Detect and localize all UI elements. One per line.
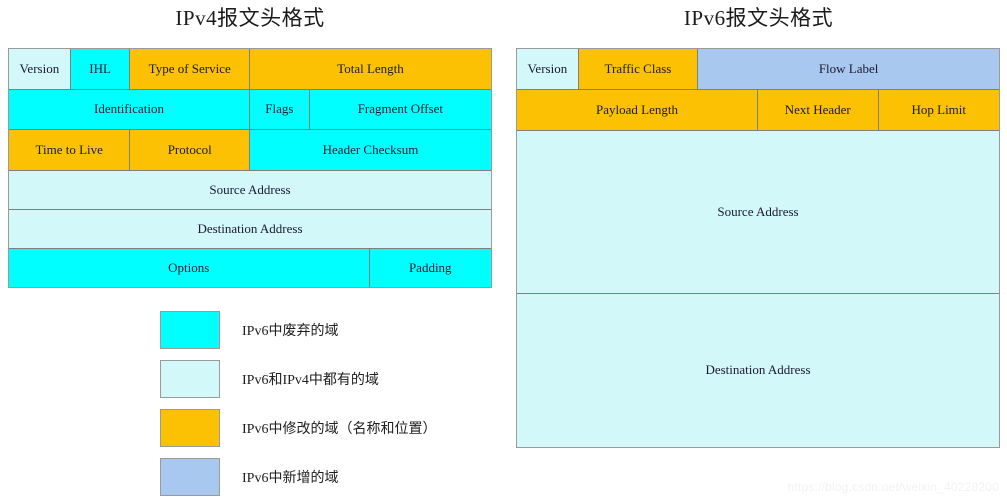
ipv6-header-row: Payload Length Next Header Hop Limit [517, 89, 999, 131]
ipv6-header-row: Destination Address [517, 294, 999, 447]
legend-label-modified: IPv6中修改的域（名称和位置） [242, 421, 437, 437]
ipv4-header-row: Source Address [9, 171, 491, 210]
ipv4-field-time-to-live: Time to Live [9, 130, 131, 172]
ipv4-header-row: Identification Flags Fragment Offset [9, 89, 491, 131]
legend-swatch-new [160, 457, 220, 496]
ipv6-field-source-address: Source Address [517, 130, 999, 295]
legend-swatch-modified [160, 408, 220, 447]
ipv6-field-flow-label: Flow Label [698, 49, 999, 90]
ipv4-field-options: Options [9, 248, 370, 287]
ipv4-header-row: Time to Live Protocol Header Checksum [9, 130, 491, 172]
legend-swatch-common [160, 359, 220, 398]
ipv4-header-row: Destination Address [9, 209, 491, 249]
ipv6-field-payload-length: Payload Length [517, 89, 758, 131]
ipv4-field-identification: Identification [9, 89, 250, 131]
ipv4-field-total-length: Total Length [249, 49, 491, 90]
ipv4-field-padding: Padding [369, 248, 491, 287]
ipv4-field-flags: Flags [250, 89, 310, 131]
ipv6-field-version: Version [517, 49, 579, 90]
ipv4-field-fragment-offset: Fragment Offset [309, 89, 491, 131]
ipv6-field-next-header: Next Header [758, 89, 879, 131]
legend-label-common: IPv6和IPv4中都有的域 [242, 372, 379, 388]
ipv6-diagram-title: IPv6报文头格式 [683, 6, 834, 30]
ipv4-field-protocol: Protocol [130, 130, 250, 172]
ipv4-field-source-address: Source Address [9, 171, 491, 210]
legend-item-common: IPv6和IPv4中都有的域 [160, 354, 500, 403]
legend-item-deprecated: IPv6中废弃的域 [160, 305, 500, 354]
legend-swatch-deprecated [160, 310, 220, 349]
ipv6-header-diagram: Version Traffic Class Flow Label Payload Le… [516, 48, 1000, 448]
watermark: https://blog.csdn.net/weixin_40228200 [787, 480, 999, 494]
legend-label-deprecated: IPv6中废弃的域 [242, 323, 339, 339]
ipv4-header-row: Version IHL Type of Service Total Length [9, 49, 491, 90]
ipv4-field-version: Version [9, 49, 71, 90]
ipv4-field-header-checksum: Header Checksum [249, 130, 491, 172]
ipv6-header-row: Source Address [517, 130, 999, 295]
ipv6-field-traffic-class: Traffic Class [578, 49, 699, 90]
ipv6-header-row: Version Traffic Class Flow Label [517, 49, 999, 90]
legend-item-new: IPv6中新增的域 [160, 452, 500, 501]
ipv4-header-row: Options Padding [9, 248, 491, 287]
legend-label-new: IPv6中新增的域 [242, 470, 339, 486]
legend-item-modified: IPv6中修改的域（名称和位置） [160, 403, 500, 452]
ipv4-field-type-of-service: Type of Service [130, 49, 250, 90]
legend: IPv6中废弃的域 IPv6和IPv4中都有的域 IPv6中修改的域（名称和位置） I… [160, 305, 500, 501]
ipv4-field-destination-address: Destination Address [9, 209, 491, 249]
ipv4-header-diagram: Version IHL Type of Service Total Length Ide… [8, 48, 492, 288]
ipv6-field-hop-limit: Hop Limit [878, 89, 999, 131]
ipv4-diagram-title: IPv4报文头格式 [175, 6, 325, 30]
ipv6-field-destination-address: Destination Address [517, 294, 999, 447]
ipv4-field-ihl: IHL [70, 49, 131, 90]
